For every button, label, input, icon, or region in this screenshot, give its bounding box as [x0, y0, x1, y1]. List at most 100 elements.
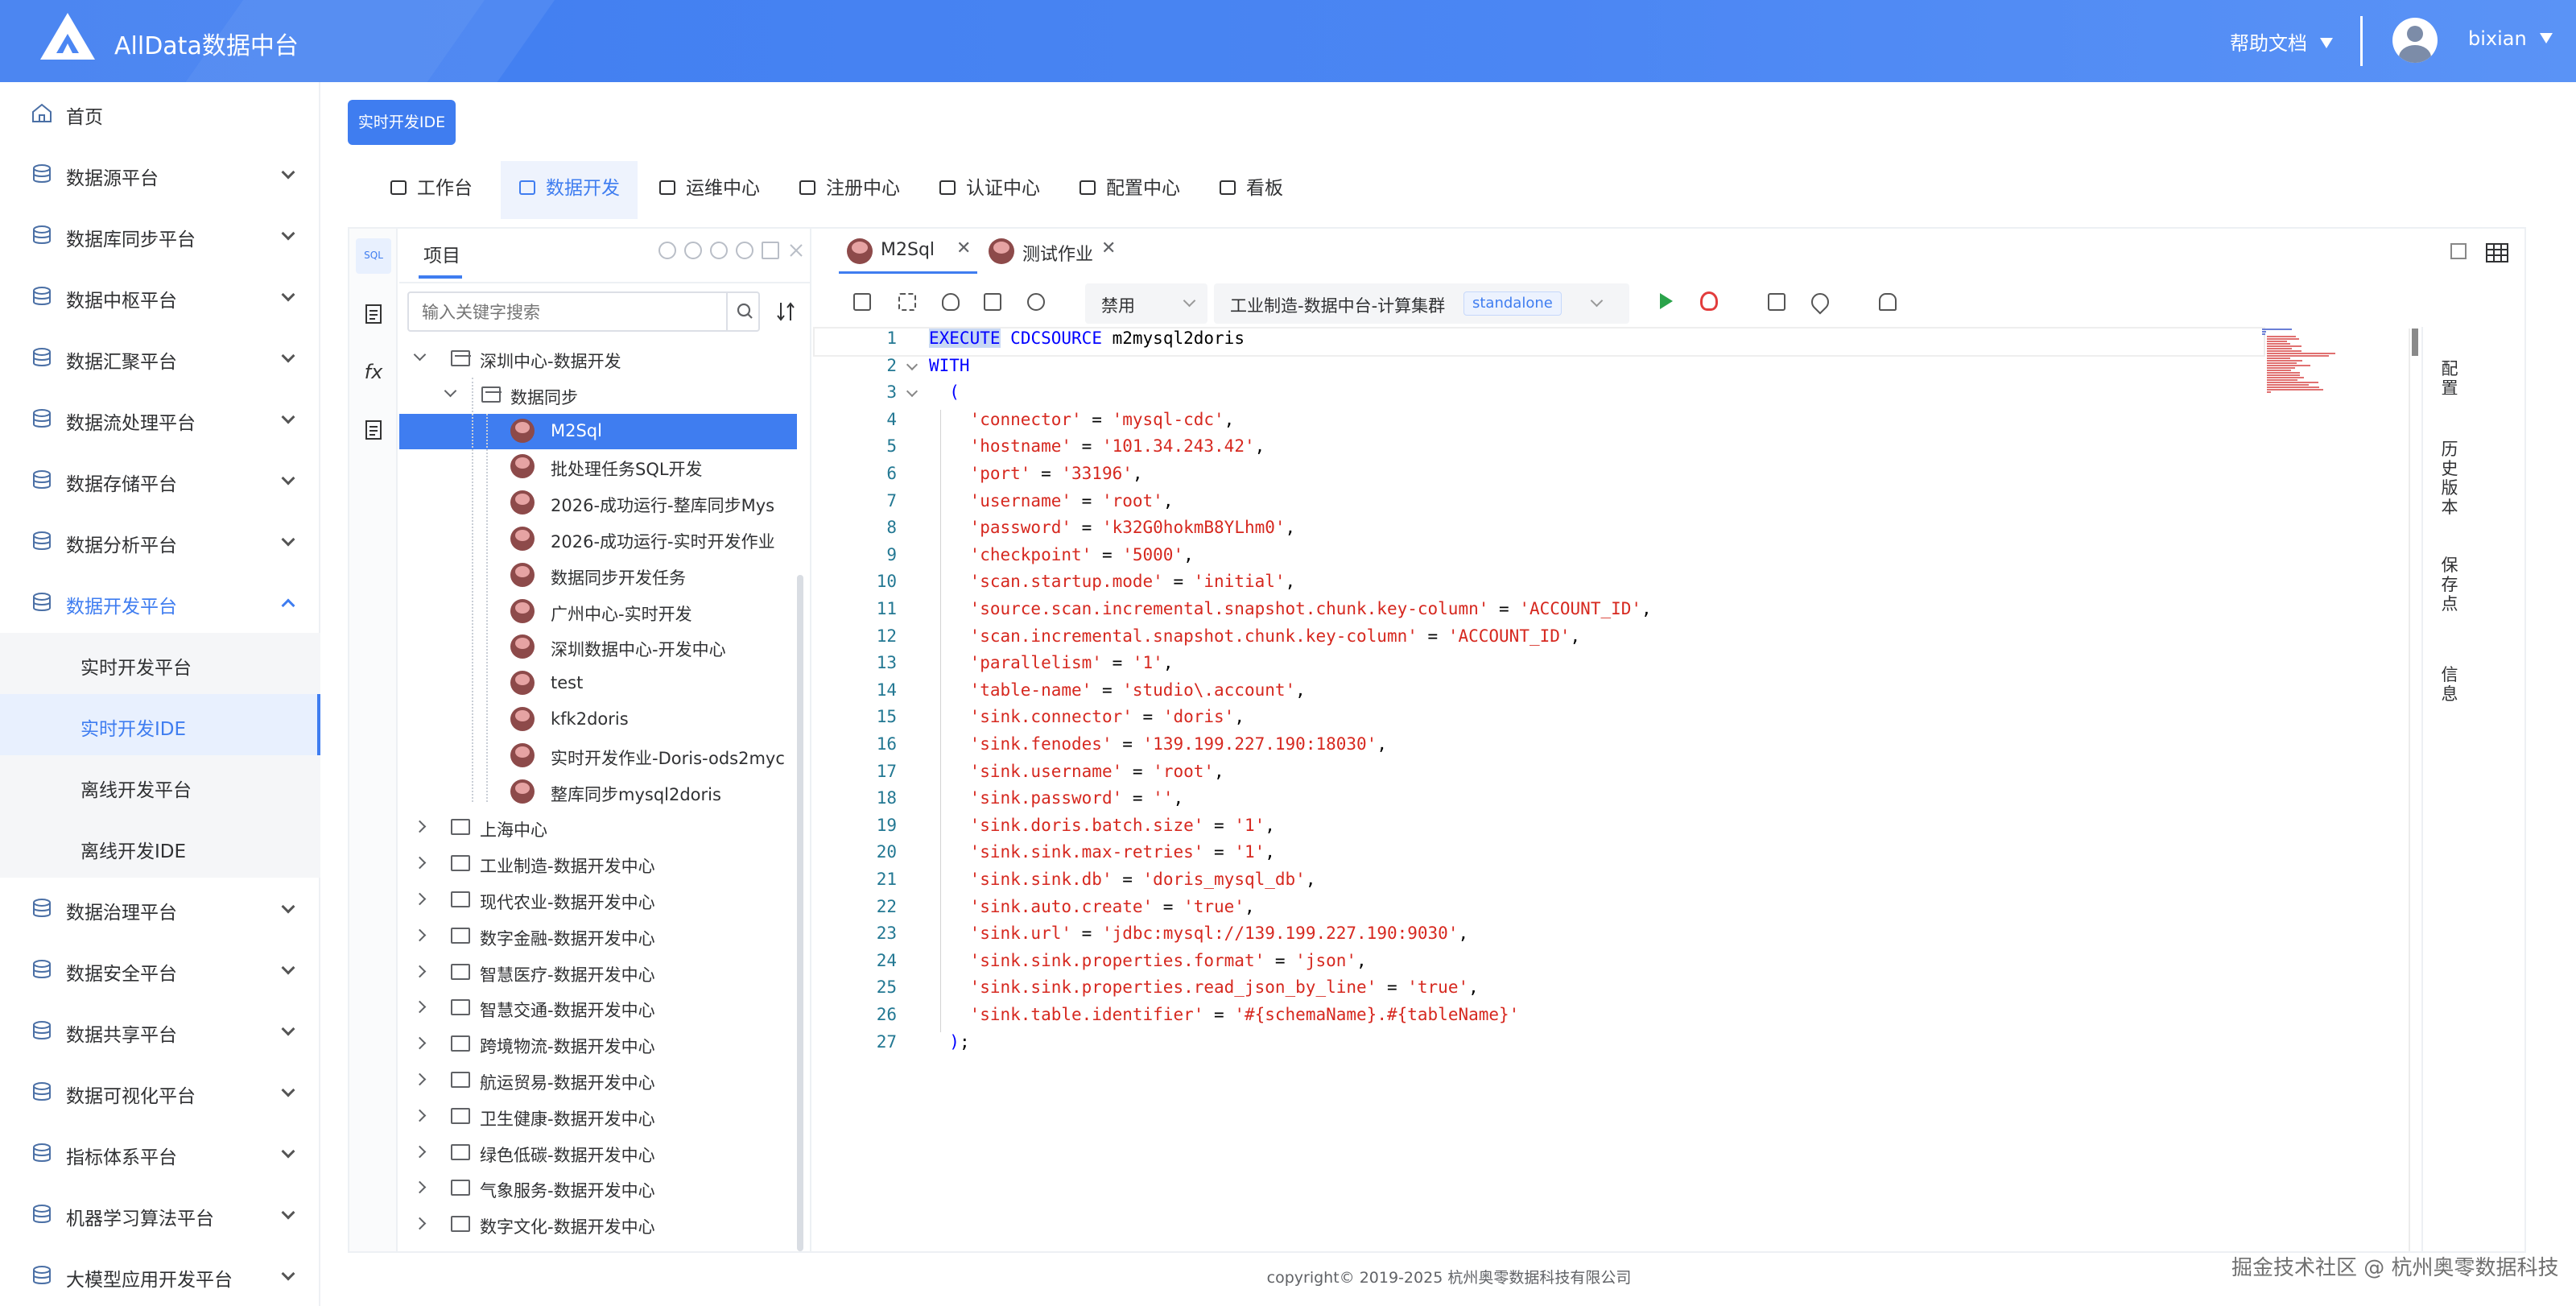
tree-job[interactable]: 数据同步开发任务 — [399, 558, 797, 593]
chevron-right-icon[interactable] — [413, 1001, 427, 1014]
tree-folder[interactable]: 卫生健康-数据开发中心 — [399, 1099, 797, 1134]
sidebar-item[interactable]: 数据开发平台 — [0, 572, 319, 633]
add-icon[interactable] — [684, 242, 702, 259]
chevron-down-icon[interactable] — [444, 384, 457, 398]
sidebar-item[interactable]: 数据可视化平台 — [0, 1061, 319, 1122]
refresh-icon[interactable] — [658, 242, 676, 259]
tree-folder[interactable]: 跨境物流-数据开发中心 — [399, 1027, 797, 1062]
sidebar-subitem[interactable]: 离线开发IDE — [0, 816, 320, 878]
right-rail-tab[interactable]: 历史版本 — [2438, 440, 2462, 517]
project-panel-title[interactable]: 项目 — [423, 240, 460, 267]
tree-folder[interactable]: 航运贸易-数据开发中心 — [399, 1063, 797, 1098]
tree-job[interactable]: test — [399, 666, 797, 701]
chevron-right-icon[interactable] — [413, 928, 427, 942]
tree-job[interactable]: 2026-成功运行-整库同步Mys — [399, 486, 797, 521]
sidebar-item[interactable]: 数据治理平台 — [0, 878, 319, 939]
sidebar-subitem[interactable]: 实时开发IDE — [0, 694, 320, 755]
tree-job[interactable]: 实时开发作业-Doris-ods2myc — [399, 738, 797, 774]
sort-icon[interactable] — [774, 300, 797, 324]
run-icon[interactable] — [1660, 293, 1673, 309]
sidebar-item[interactable]: 指标体系平台 — [0, 1122, 319, 1184]
tree-scrollbar[interactable] — [797, 575, 803, 1251]
search-button[interactable] — [726, 293, 760, 330]
tree-folder[interactable]: 现代农业-数据开发中心 — [399, 882, 797, 918]
sidebar-item[interactable]: 数据源平台 — [0, 143, 319, 205]
tab-data-dev[interactable]: 数据开发 — [501, 161, 638, 219]
fold-chevron-icon[interactable] — [906, 386, 919, 398]
tab-nav[interactable]: 运维中心 — [641, 161, 778, 219]
editor-tab[interactable]: 测试作业 ✕ — [980, 229, 1125, 274]
chevron-right-icon[interactable] — [413, 1036, 427, 1050]
chevron-right-icon[interactable] — [413, 820, 427, 833]
chevron-right-icon[interactable] — [413, 1072, 427, 1086]
tree-job[interactable]: 整库同步mysql2doris — [399, 775, 797, 810]
sidebar-item[interactable]: 首页 — [0, 82, 319, 143]
tree-job[interactable]: kfk2doris — [399, 702, 797, 738]
close-icon[interactable] — [787, 242, 805, 259]
sidebar-subitem[interactable]: 实时开发平台 — [0, 633, 320, 694]
cluster-select[interactable]: 工业制造-数据中台-计算集群 standalone — [1214, 283, 1629, 324]
sidebar-item[interactable]: 数据分析平台 — [0, 510, 319, 572]
tree-job[interactable]: 广州中心-实时开发 — [399, 594, 797, 630]
right-rail-tab[interactable]: 信息 — [2438, 665, 2462, 704]
debug-icon[interactable] — [1700, 291, 1718, 311]
table-icon[interactable] — [356, 296, 391, 332]
sidebar-item[interactable]: 数据中枢平台 — [0, 266, 319, 327]
tab-nav[interactable]: 注册中心 — [781, 161, 918, 219]
right-rail-tab[interactable]: 配置 — [2438, 359, 2462, 398]
tree-folder[interactable]: 数字金融-数据开发中心 — [399, 919, 797, 954]
lineage-icon[interactable] — [984, 293, 1001, 311]
user-menu[interactable]: bixian — [2468, 27, 2553, 50]
tree-job[interactable]: 2026-成功运行-实时开发作业 — [399, 522, 797, 557]
chevron-right-icon[interactable] — [413, 892, 427, 906]
chevron-right-icon[interactable] — [413, 1217, 427, 1230]
tree-folder[interactable]: 智慧交通-数据开发中心 — [399, 990, 797, 1026]
maximize-icon[interactable] — [762, 242, 779, 259]
help-docs-dropdown[interactable]: 帮助文档 — [2230, 27, 2333, 56]
chevron-right-icon[interactable] — [413, 965, 427, 977]
sidebar-item[interactable]: 数据汇聚平台 — [0, 327, 319, 388]
right-rail-tab[interactable]: 保存点 — [2438, 556, 2462, 614]
sidebar-item[interactable]: 数据流处理平台 — [0, 388, 319, 449]
explain-icon[interactable] — [1027, 293, 1045, 311]
avatar[interactable] — [2392, 18, 2438, 63]
code-minimap[interactable] — [2262, 329, 2359, 401]
location-icon[interactable] — [1807, 289, 1833, 315]
chevron-right-icon[interactable] — [413, 1181, 427, 1194]
sidebar-item[interactable]: 数据存储平台 — [0, 449, 319, 510]
save-icon[interactable] — [853, 293, 871, 311]
tree-folder[interactable]: 绿色低碳-数据开发中心 — [399, 1135, 797, 1171]
chevron-right-icon[interactable] — [413, 1145, 427, 1158]
sql-icon[interactable]: SQL — [356, 238, 391, 274]
check-icon[interactable] — [942, 293, 960, 311]
tree-job[interactable]: 批处理任务SQL开发 — [399, 449, 797, 485]
search-input[interactable] — [422, 301, 696, 324]
tree-folder[interactable]: 智慧医疗-数据开发中心 — [399, 955, 797, 990]
alldata-logo-icon[interactable] — [39, 11, 97, 61]
chevron-right-icon[interactable] — [413, 1109, 427, 1122]
tree-job[interactable]: M2Sql — [399, 413, 797, 449]
tab-nav[interactable]: 配置中心 — [1061, 161, 1198, 219]
sidebar-item[interactable]: 机器学习算法平台 — [0, 1184, 319, 1245]
page-tag-realtime-ide[interactable]: 实时开发IDE — [348, 100, 456, 145]
fullscreen-icon[interactable] — [898, 293, 916, 311]
tab-nav[interactable]: 看板 — [1201, 161, 1301, 219]
tree-job[interactable]: 深圳数据中心-开发中心 — [399, 630, 797, 665]
status-select[interactable]: 禁用 — [1085, 283, 1208, 324]
code-editor[interactable]: 1 EXECUTE CDCSOURCE m2mysql2doris 2 WITH 3 (… — [813, 327, 2418, 1251]
function-icon[interactable]: fx — [356, 354, 391, 390]
sidebar-item[interactable]: 数据安全平台 — [0, 939, 319, 1000]
close-tab-icon[interactable]: ✕ — [1101, 238, 1116, 258]
tree-folder[interactable]: 数字文化-数据开发中心 — [399, 1207, 797, 1242]
table-view-icon[interactable] — [2486, 243, 2508, 262]
tree-folder[interactable]: 上海中心 — [399, 810, 797, 845]
tree-folder[interactable]: 气象服务-数据开发中心 — [399, 1171, 797, 1206]
tree-folder[interactable]: 工业制造-数据开发中心 — [399, 846, 797, 882]
collapse-icon[interactable] — [736, 242, 753, 259]
editor-tab[interactable]: M2Sql ✕ — [839, 229, 977, 274]
document-icon[interactable] — [356, 412, 391, 448]
editor-scrollbar[interactable] — [2412, 329, 2418, 356]
maximize-icon[interactable] — [2450, 243, 2467, 259]
sidebar-item[interactable]: 数据共享平台 — [0, 1000, 319, 1061]
tab-nav[interactable]: 认证中心 — [921, 161, 1058, 219]
